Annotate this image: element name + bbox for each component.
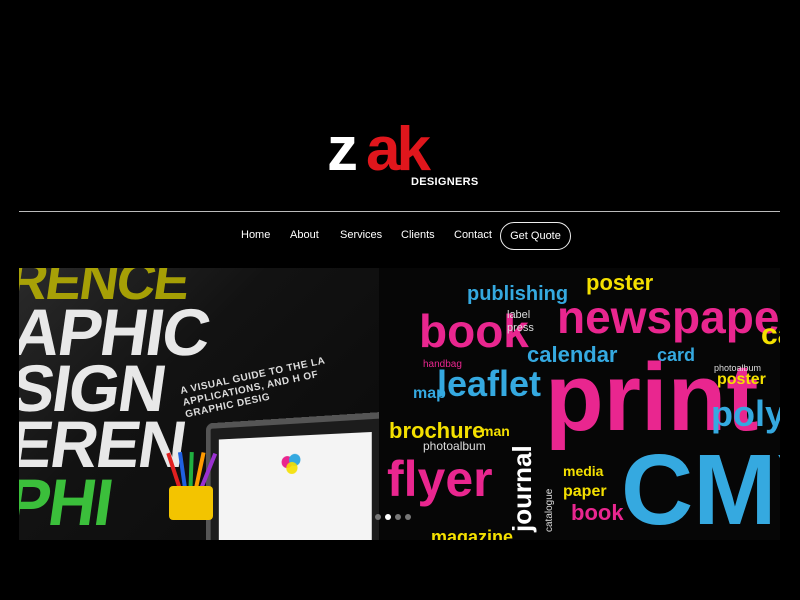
slider-dot-1[interactable] [375,514,381,520]
cloud-label: label [507,309,531,321]
nav-clients[interactable]: Clients [401,229,435,241]
cloud-magazine: magazine [431,527,514,540]
cloud-car: car [761,318,780,351]
cloud-leaflet: leaflet [437,363,542,404]
slider-dot-3[interactable] [395,514,401,520]
cloud-map: map [413,385,446,402]
cloud-handbag: handbag [423,359,462,370]
logo-subtitle: DESIGNERS [411,176,479,188]
slider-dot-4[interactable] [405,514,411,520]
pencil-cup-icon [169,486,213,520]
cloud-photoalbum: photoalbum [714,363,762,373]
nav-services[interactable]: Services [340,229,382,241]
cloud-publishing: publishing [467,283,569,305]
hero-book-caption: A VISUAL GUIDE TO THE LA APPLICATIONS, A… [179,355,326,421]
logo-ak: ak [366,115,431,184]
cloud-polygr: polygr [711,393,780,434]
cloud-cmy: CMY [621,434,780,540]
nav-home[interactable]: Home [241,229,270,241]
cloud-paper: paper [563,483,607,500]
cloud-flyer: flyer [387,451,493,507]
nav-about[interactable]: About [290,229,319,241]
cloud-photoalbum-2: photoalbum [423,439,486,453]
cloud-journal: journal [507,445,537,532]
cloud-poster-2: poster [717,371,766,388]
hero-slider[interactable]: RENCE APHIC SIGN EREN PHI A VISUAL GUIDE… [19,268,780,540]
cloud-newspaper: newspaper [557,291,780,343]
cloud-man: man [481,423,510,439]
hero-book-cover: RENCE APHIC SIGN EREN PHI A VISUAL GUIDE… [19,268,379,540]
tablet-image [205,411,379,540]
cloud-media: media [563,463,604,479]
logo-z: z [327,115,358,184]
hero-word-phi: PHI [19,465,117,539]
cloud-press: press [507,322,534,334]
slider-dots [375,514,415,520]
word-cloud: publishing poster newspaper book label p… [371,268,780,541]
slider-dot-2[interactable] [385,514,391,520]
cloud-catalogue: catalogue [544,488,555,532]
main-nav: Home About Services Clients Contact Get … [0,222,800,250]
header-divider [19,211,780,212]
tablet-logo-icon [281,453,301,475]
site-logo[interactable]: z ak DESIGNERS [0,115,800,190]
nav-contact[interactable]: Contact [454,229,492,241]
cloud-book-2: book [571,500,624,525]
get-quote-button[interactable]: Get Quote [500,222,571,250]
